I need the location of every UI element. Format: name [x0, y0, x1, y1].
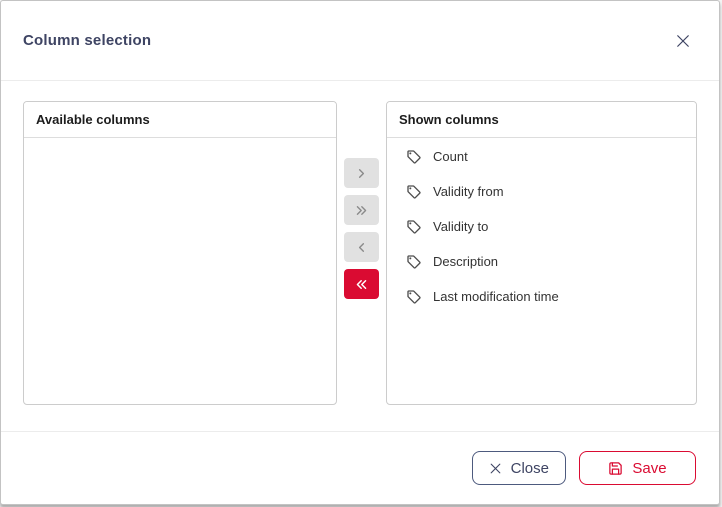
chevron-left-icon — [354, 240, 369, 255]
close-button[interactable]: Close — [472, 451, 566, 485]
tag-icon — [406, 254, 422, 270]
move-all-left-button[interactable] — [344, 269, 379, 299]
shown-columns-list: Count Validity from — [387, 138, 696, 404]
dialog-title: Column selection — [23, 32, 151, 49]
shown-column-label: Count — [433, 149, 468, 164]
tag-icon — [406, 289, 422, 305]
shown-column-label: Validity from — [433, 184, 504, 199]
tag-icon — [406, 184, 422, 200]
shown-column-label: Last modification time — [433, 289, 559, 304]
shown-columns-header: Shown columns — [387, 102, 696, 138]
shown-column-item[interactable]: Validity from — [387, 174, 696, 209]
save-floppy-icon — [608, 461, 623, 476]
column-selection-dialog: Column selection Available columns — [0, 0, 720, 505]
shown-column-item[interactable]: Count — [387, 139, 696, 174]
chevron-right-icon — [354, 166, 369, 181]
shown-columns-panel: Shown columns Count — [386, 101, 697, 405]
x-icon — [674, 32, 692, 50]
move-selected-left-button[interactable] — [344, 232, 379, 262]
shown-column-label: Validity to — [433, 219, 488, 234]
double-chevron-right-icon — [354, 203, 369, 218]
move-all-right-button[interactable] — [344, 195, 379, 225]
shown-column-item[interactable]: Last modification time — [387, 279, 696, 314]
shown-column-item[interactable]: Validity to — [387, 209, 696, 244]
shown-column-item[interactable]: Description — [387, 244, 696, 279]
available-columns-header: Available columns — [24, 102, 336, 138]
dialog-close-icon[interactable] — [671, 29, 695, 53]
move-selected-right-button[interactable] — [344, 158, 379, 188]
save-button[interactable]: Save — [579, 451, 696, 485]
tag-icon — [406, 149, 422, 165]
x-icon — [489, 462, 502, 475]
dialog-footer: Close Save — [1, 431, 719, 504]
close-button-label: Close — [511, 460, 549, 477]
available-columns-panel: Available columns — [23, 101, 337, 405]
tag-icon — [406, 219, 422, 235]
dialog-header: Column selection — [1, 1, 719, 81]
available-columns-list — [24, 138, 336, 404]
save-button-label: Save — [632, 460, 666, 477]
dialog-body: Available columns — [1, 81, 719, 431]
double-chevron-left-icon — [354, 277, 369, 292]
transfer-buttons — [337, 101, 386, 405]
shown-column-label: Description — [433, 254, 498, 269]
